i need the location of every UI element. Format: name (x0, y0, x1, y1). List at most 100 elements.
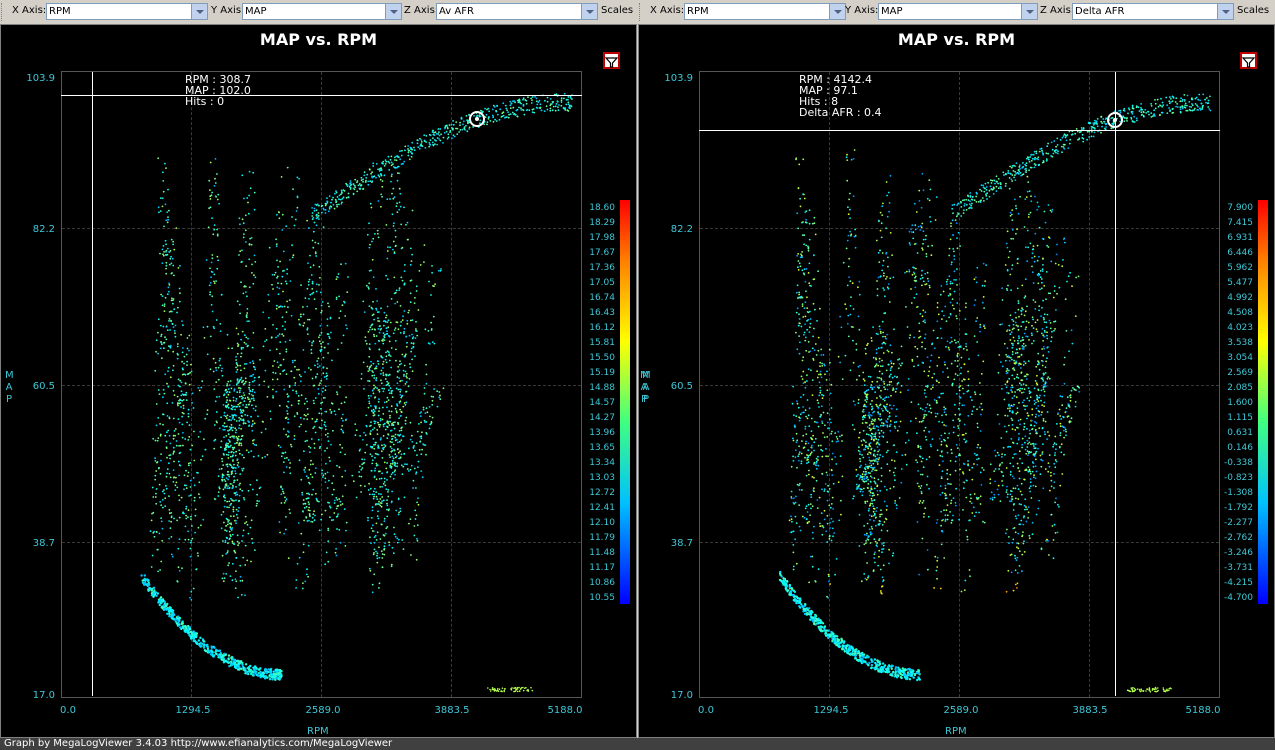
scales-button[interactable]: Scales (601, 5, 633, 16)
scatter-point (321, 472, 323, 475)
chevron-down-icon[interactable] (1217, 4, 1233, 19)
scatter-point (303, 418, 305, 420)
scatter-point (210, 304, 213, 306)
scatter-point (201, 455, 204, 457)
scatter-point (406, 341, 408, 344)
toolbar-grip[interactable] (639, 3, 643, 21)
scatter-point (326, 318, 329, 320)
chevron-down-icon[interactable] (191, 4, 207, 19)
chevron-down-icon[interactable] (385, 4, 401, 19)
scatter-point (322, 474, 325, 476)
scatter-point (414, 355, 416, 358)
scatter-point (428, 141, 431, 144)
x-axis-select[interactable]: RPM (684, 3, 846, 20)
scatter-point (306, 568, 308, 571)
scatter-point (190, 541, 192, 544)
scatter-point (389, 420, 391, 423)
scatter-point (828, 418, 831, 421)
scatter-point (866, 344, 868, 347)
scatter-point (377, 400, 380, 403)
scatter-point (880, 365, 882, 367)
hover-marker[interactable] (469, 111, 485, 127)
z-axis-select[interactable]: Av AFR (436, 3, 598, 20)
scatter-point (336, 393, 339, 396)
scatter-point (1017, 438, 1020, 441)
scatter-point (336, 391, 338, 393)
x-axis-select[interactable]: RPM (46, 3, 208, 20)
scatter-point (167, 385, 170, 388)
scatter-point (1006, 493, 1009, 496)
scatter-point (180, 333, 183, 336)
scatter-point (261, 420, 264, 423)
scatter-point (386, 502, 388, 505)
scatter-point (251, 670, 255, 674)
scatter-point (1005, 467, 1008, 469)
scatter-point (1001, 480, 1003, 482)
scatter-point (1018, 362, 1021, 365)
scatter-point (326, 324, 329, 327)
scatter-point (1025, 378, 1028, 380)
chart-panel-av-afr[interactable]: MAP vs. RPM 103.9 82.2 60.5 38.7 17.0 0.… (0, 24, 637, 738)
chevron-down-icon[interactable] (581, 4, 597, 19)
scatter-point (832, 535, 834, 538)
scatter-point (326, 367, 328, 370)
scatter-point (1041, 268, 1044, 271)
color-scale-value: 16.12 (589, 323, 615, 333)
scatter-point (318, 265, 321, 268)
scatter-point (164, 505, 167, 507)
scatter-point (368, 482, 370, 485)
scatter-point (237, 510, 240, 512)
scatter-point (175, 481, 178, 484)
scatter-point (858, 431, 861, 434)
scatter-point (352, 183, 355, 185)
scatter-point (876, 542, 878, 544)
scatter-point (230, 426, 233, 429)
scatter-point (1063, 356, 1066, 359)
scatter-point (316, 373, 319, 375)
scatter-point (168, 284, 171, 286)
scatter-point (235, 371, 238, 373)
scatter-point (882, 275, 885, 277)
scatter-point (302, 582, 304, 584)
scatter-point (311, 292, 313, 295)
scatter-point (430, 294, 432, 296)
chevron-down-icon[interactable] (1021, 4, 1037, 19)
scatter-point (309, 266, 312, 269)
scatter-point (311, 280, 314, 283)
scatter-point (376, 300, 378, 302)
scatter-point (322, 356, 325, 359)
scatter-point (955, 279, 957, 281)
chevron-down-icon[interactable] (829, 4, 845, 19)
scatter-point (229, 380, 232, 382)
scatter-point (377, 421, 379, 424)
toolbar-grip[interactable] (1, 3, 5, 21)
scatter-point (288, 508, 291, 511)
scatter-point (994, 455, 997, 457)
scatter-point (813, 327, 815, 330)
scatter-point (865, 578, 868, 581)
scatter-point (922, 320, 925, 323)
scatter-point (178, 287, 181, 290)
scatter-point (807, 368, 810, 371)
scatter-point (318, 384, 321, 386)
scatter-point (429, 423, 432, 426)
scatter-point (496, 113, 499, 116)
z-axis-select[interactable]: Delta AFR (1072, 3, 1234, 20)
scatter-point (415, 328, 417, 330)
scatter-point (221, 457, 223, 460)
scatter-point (829, 521, 831, 524)
scatter-point (386, 406, 388, 409)
y-axis-select[interactable]: MAP (878, 3, 1038, 20)
scatter-point (819, 361, 822, 364)
scatter-point (545, 105, 548, 108)
scatter-point (1027, 442, 1029, 445)
scatter-point (377, 236, 380, 239)
chart-panel-delta-afr[interactable]: MAP vs. RPM 103.9 82.2 60.5 38.7 17.0 0.… (638, 24, 1275, 738)
scatter-point (878, 261, 881, 263)
scatter-point (377, 174, 380, 177)
scales-button[interactable]: Scales (1237, 5, 1269, 16)
y-axis-select[interactable]: MAP (242, 3, 402, 20)
scatter-point (220, 656, 223, 659)
scatter-point (367, 183, 370, 186)
scatter-point (892, 552, 895, 554)
